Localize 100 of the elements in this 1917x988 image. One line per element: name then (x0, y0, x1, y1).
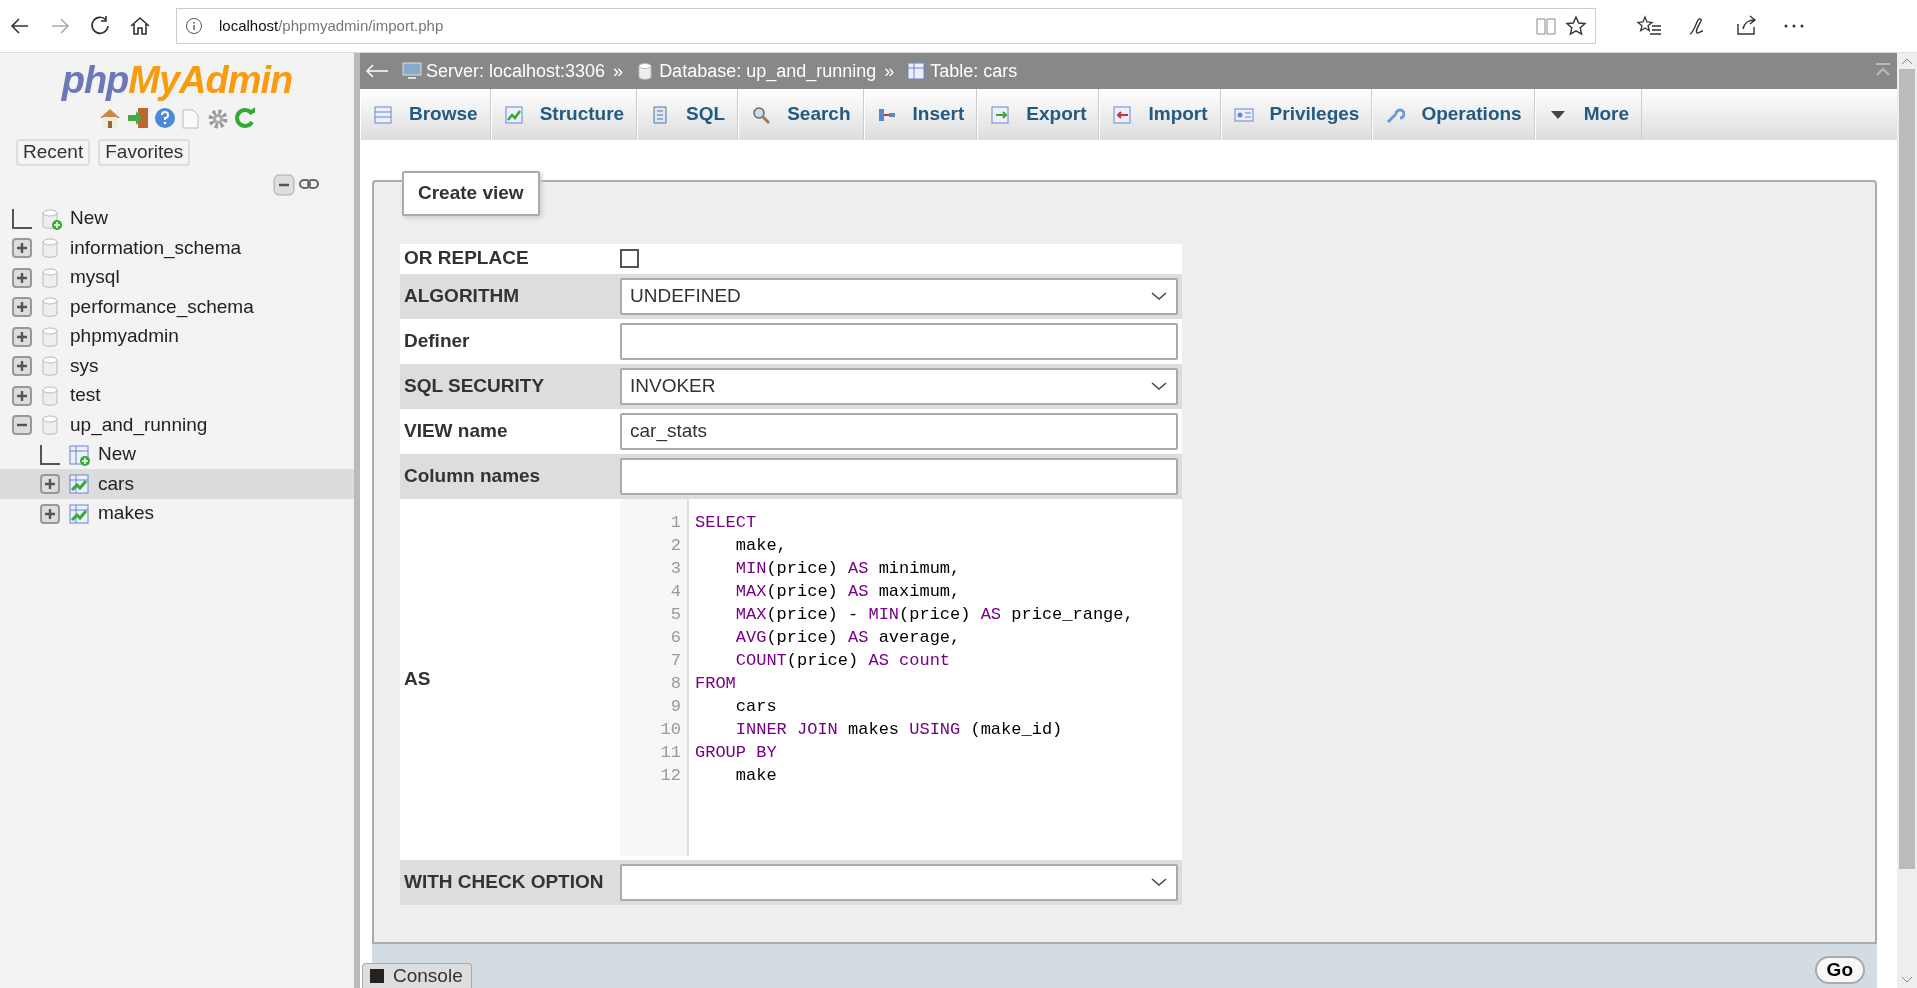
table-icon (68, 473, 90, 496)
line-number: 1 (669, 511, 681, 534)
line-number: 3 (669, 557, 681, 580)
settings-icon[interactable] (206, 107, 230, 131)
tab[interactable]: SQL (637, 89, 739, 140)
line-number: 7 (669, 649, 681, 672)
code-line: INNER JOIN makes USING (make_id) (734, 718, 1064, 741)
expand-toggle[interactable] (40, 474, 60, 495)
code-line: cars (734, 695, 778, 718)
tree-item[interactable]: sys (0, 351, 354, 381)
plus-icon (16, 389, 28, 402)
code-line: AVG(price) AS average, (734, 626, 962, 649)
plus-icon (16, 360, 28, 373)
plus-icon (44, 507, 56, 520)
plus-icon (16, 301, 28, 314)
tree-item[interactable]: up_and_running (0, 410, 354, 440)
new-database-icon (40, 207, 62, 230)
logo[interactable]: phpMyAdmin (61, 61, 293, 99)
url-text: localhost/phpmyadmin/import.php (219, 15, 445, 36)
table-icon (68, 502, 90, 525)
tree-item[interactable]: cars (0, 469, 354, 499)
terminal-icon (369, 968, 385, 984)
reload-icon[interactable] (234, 107, 256, 129)
server-icon (402, 61, 422, 81)
tab[interactable]: Operations (1372, 89, 1535, 140)
tab[interactable]: Search (738, 89, 864, 140)
tab[interactable]: Privileges (1220, 89, 1373, 140)
code-line: GROUP BY (695, 741, 778, 764)
plus-icon (44, 478, 56, 491)
tree-item[interactable]: information_schema (0, 233, 354, 263)
expand-toggle[interactable] (12, 267, 32, 288)
share-icon[interactable] (1734, 14, 1758, 38)
scroll-thumb[interactable] (1899, 69, 1915, 869)
line-number: 6 (669, 626, 681, 649)
field-label: SQL SECURITY (403, 373, 546, 398)
tree-item[interactable]: makes (0, 498, 354, 529)
home-icon[interactable] (128, 14, 152, 38)
field-label: WITH CHECK OPTION (403, 869, 605, 894)
collapse-icon[interactable] (273, 173, 295, 196)
line-number: 9 (669, 695, 681, 718)
tab[interactable]: Export (977, 89, 1100, 140)
help-icon[interactable] (154, 107, 176, 129)
field-label: OR REPLACE (403, 246, 530, 271)
code-line: SELECT (695, 511, 758, 534)
sidebar-tab[interactable]: Favorites (98, 139, 191, 166)
expand-toggle[interactable] (12, 297, 32, 318)
tab[interactable]: Import (1099, 89, 1221, 140)
select-field[interactable] (620, 863, 1178, 901)
tree-item[interactable]: phpmyadmin (0, 321, 354, 352)
tab[interactable]: Structure (490, 89, 638, 140)
breadcrumb-link[interactable]: Table: cars (930, 57, 1018, 85)
plus-icon (16, 330, 28, 343)
checkbox[interactable] (620, 249, 639, 268)
input-field[interactable] (620, 457, 1178, 495)
expand-toggle[interactable] (12, 238, 32, 259)
expand-toggle[interactable] (40, 503, 60, 524)
search-icon (751, 104, 772, 125)
tree-item[interactable]: performance_schema (0, 292, 354, 322)
code-line: make (734, 764, 778, 787)
field-label: VIEW name (403, 418, 509, 443)
code-line: make, (734, 534, 788, 557)
select-field[interactable]: INVOKER (620, 367, 1178, 405)
line-number: 11 (659, 741, 681, 764)
breadcrumb-link[interactable]: Server: localhost:3306 (426, 57, 606, 85)
new-table-icon (68, 443, 90, 466)
tab[interactable]: More (1534, 89, 1643, 140)
expand-toggle[interactable] (12, 356, 32, 377)
line-number: 12 (659, 764, 681, 787)
favorites-icon[interactable] (1636, 14, 1662, 38)
import-icon (1112, 104, 1133, 125)
expand-toggle[interactable] (12, 385, 32, 406)
expand-toggle[interactable] (12, 415, 32, 436)
star-icon[interactable] (1565, 15, 1587, 37)
plus-icon (16, 271, 28, 284)
go-button[interactable]: Go (1814, 956, 1865, 984)
code-line: COUNT(price) AS count (734, 649, 952, 672)
expand-toggle[interactable] (12, 326, 32, 347)
tree-label[interactable]: New (70, 204, 108, 233)
tab[interactable]: Insert (863, 89, 978, 140)
tree-line-icon (40, 444, 60, 465)
breadcrumb-separator: » (613, 59, 624, 83)
address-bar[interactable]: localhost/phpmyadmin/import.php (176, 8, 1596, 44)
scrollbar[interactable] (1897, 53, 1917, 988)
line-number: 2 (669, 534, 681, 557)
tree-line-icon (12, 208, 32, 229)
field-label: ALGORITHM (403, 283, 521, 308)
tree-label[interactable]: New (98, 440, 136, 469)
input-field[interactable]: car_stats (620, 412, 1178, 450)
tab[interactable]: Browse (360, 89, 491, 140)
console-tab[interactable]: Console (362, 963, 472, 988)
sidebar-tab[interactable]: Recent (16, 139, 91, 166)
select-field[interactable]: UNDEFINED (620, 277, 1178, 315)
tree-item[interactable]: mysql (0, 262, 354, 293)
tree-item[interactable]: test (0, 380, 354, 411)
panel-legend: Create view (402, 171, 540, 216)
breadcrumb-link[interactable]: Database: up_and_running (659, 57, 877, 85)
input-field[interactable] (620, 322, 1178, 360)
info-icon (185, 17, 203, 35)
browse-icon (373, 104, 393, 125)
exit-icon[interactable] (126, 107, 150, 129)
